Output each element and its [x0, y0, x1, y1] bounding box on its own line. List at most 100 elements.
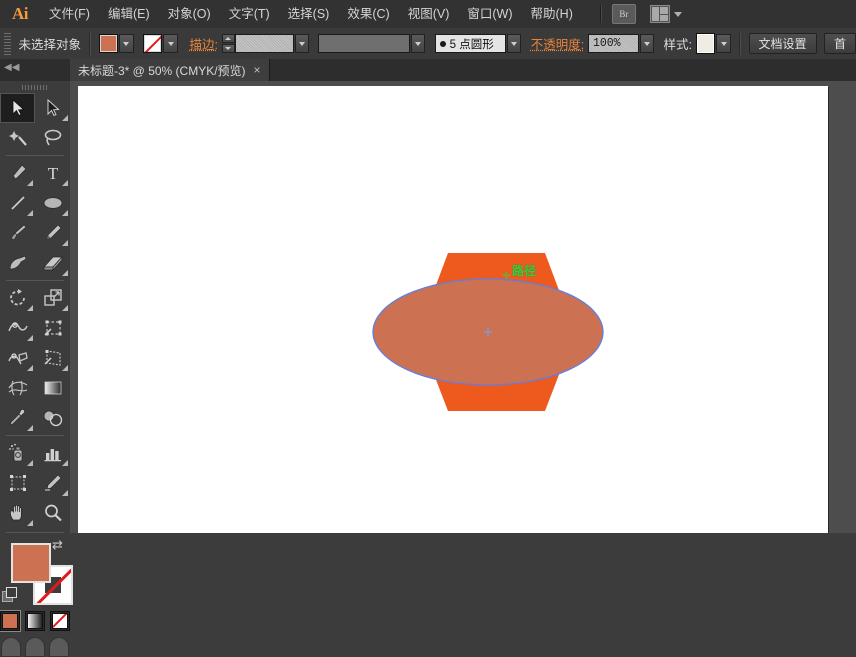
menu-help[interactable]: 帮助(H) [522, 0, 582, 28]
shape-builder-tool[interactable] [0, 343, 35, 373]
none-mode-button[interactable] [50, 611, 70, 631]
menu-edit[interactable]: 编辑(E) [99, 0, 159, 28]
eyedropper-tool[interactable] [0, 403, 35, 433]
document-setup-button[interactable]: 文档设置 [748, 33, 817, 54]
line-segment-tool[interactable] [0, 188, 35, 218]
blend-tool[interactable] [35, 403, 70, 433]
fill-swatch[interactable] [98, 34, 118, 53]
menu-bar: Ai 文件(F) 编辑(E) 对象(O) 文字(T) 选择(S) 效果(C) 视… [0, 0, 856, 29]
bridge-icon[interactable]: Br [611, 4, 636, 24]
opacity-dropdown-icon[interactable] [640, 34, 655, 53]
blob-brush-tool[interactable] [0, 248, 35, 278]
slice-tool[interactable] [35, 468, 70, 498]
stroke-dropdown-icon[interactable] [163, 34, 179, 53]
fill-swatch-group[interactable] [98, 34, 134, 53]
arrange-documents-icon[interactable] [649, 5, 670, 23]
zoom-tool[interactable] [35, 498, 70, 528]
fill-color-mode-button[interactable] [0, 611, 20, 631]
screen-mode-full-icon[interactable] [49, 637, 69, 657]
opacity-label[interactable]: 不透明度: [531, 34, 584, 53]
chevron-down-icon[interactable] [673, 11, 682, 17]
preferences-button[interactable]: 首 [824, 33, 856, 54]
flyout-indicator-icon[interactable] [62, 210, 68, 216]
gradient-tool[interactable] [35, 373, 70, 403]
stroke-weight-input[interactable] [234, 34, 294, 53]
direct-selection-tool[interactable] [35, 93, 70, 123]
document-tab[interactable]: 未标题-3* @ 50% (CMYK/预览) × [70, 59, 270, 81]
screen-mode-normal-icon[interactable] [1, 637, 21, 657]
scale-tool[interactable] [35, 283, 70, 313]
stroke-profile-dropdown-icon[interactable] [411, 34, 426, 53]
paint-mode-row [0, 611, 70, 631]
flyout-indicator-icon[interactable] [62, 115, 68, 121]
flyout-indicator-icon[interactable] [62, 460, 68, 466]
column-graph-tool[interactable] [35, 438, 70, 468]
pencil-tool[interactable] [35, 218, 70, 248]
gradient-mode-button[interactable] [25, 611, 45, 631]
lasso-tool[interactable] [35, 123, 70, 153]
flyout-indicator-icon[interactable] [27, 335, 33, 341]
menu-type[interactable]: 文字(T) [220, 0, 279, 28]
flyout-indicator-icon[interactable] [62, 490, 68, 496]
width-tool[interactable] [0, 313, 35, 343]
flyout-indicator-icon[interactable] [62, 180, 68, 186]
type-tool[interactable]: T [35, 158, 70, 188]
stroke-swatch-group[interactable] [143, 34, 179, 53]
graphic-style-swatch[interactable] [695, 33, 716, 54]
flyout-indicator-icon[interactable] [27, 180, 33, 186]
flyout-indicator-icon[interactable] [27, 460, 33, 466]
menu-file[interactable]: 文件(F) [40, 0, 99, 28]
document-tab-title: 未标题-3* @ 50% (CMYK/预览) [78, 63, 246, 78]
flyout-indicator-icon[interactable] [62, 365, 68, 371]
close-icon[interactable]: × [254, 64, 261, 76]
stroke-weight-dropdown-icon[interactable] [294, 34, 309, 53]
symbol-sprayer-tool[interactable] [0, 438, 35, 468]
menu-select[interactable]: 选择(S) [279, 0, 339, 28]
magic-wand-tool[interactable] [0, 123, 35, 153]
selection-tool[interactable] [0, 93, 35, 123]
menu-window[interactable]: 窗口(W) [458, 0, 521, 28]
smart-guide-crosshair-icon: ✛ [502, 271, 511, 282]
pen-tool[interactable] [0, 158, 35, 188]
stroke-weight-label[interactable]: 描边: [189, 34, 217, 53]
flyout-indicator-icon[interactable] [62, 270, 68, 276]
control-bar-grip[interactable] [4, 32, 12, 55]
flyout-indicator-icon[interactable] [27, 210, 33, 216]
artboard-tool[interactable] [0, 468, 35, 498]
free-transform-tool[interactable] [35, 313, 70, 343]
menu-view[interactable]: 视图(V) [399, 0, 459, 28]
stroke-weight-stepper[interactable] [221, 34, 235, 53]
style-dropdown-icon[interactable] [716, 34, 731, 53]
artboard[interactable]: ✛ 路径 [78, 86, 828, 533]
paintbrush-tool[interactable] [0, 218, 35, 248]
stroke-profile-select[interactable] [317, 34, 411, 53]
fill-color-box[interactable] [11, 543, 51, 583]
screen-mode-full-menu-icon[interactable] [25, 637, 45, 657]
rotate-tool[interactable] [0, 283, 35, 313]
flyout-indicator-icon[interactable] [62, 240, 68, 246]
brush-dropdown-icon[interactable] [507, 34, 522, 53]
opacity-input[interactable]: 100% [587, 34, 640, 53]
tools-panel-grip[interactable] [0, 81, 70, 93]
flyout-indicator-icon[interactable] [27, 425, 33, 431]
stroke-swatch-none[interactable] [143, 34, 163, 53]
canvas-area[interactable]: ✛ 路径 [70, 81, 856, 533]
flyout-indicator-icon[interactable] [27, 365, 33, 371]
default-fill-stroke-icon[interactable] [2, 587, 17, 602]
flyout-indicator-icon[interactable] [27, 305, 33, 311]
flyout-indicator-icon[interactable] [27, 520, 33, 526]
menu-object[interactable]: 对象(O) [159, 0, 220, 28]
artwork-svg [372, 253, 604, 411]
hand-tool[interactable] [0, 498, 35, 528]
perspective-grid-tool[interactable] [35, 343, 70, 373]
mesh-tool[interactable] [0, 373, 35, 403]
swap-fill-stroke-icon[interactable]: ⇄ [52, 537, 63, 553]
ellipse-tool[interactable] [35, 188, 70, 218]
menu-effect[interactable]: 效果(C) [338, 0, 398, 28]
tools-grid: T [0, 93, 70, 528]
collapse-panel-icon[interactable]: ◀◀ [4, 62, 19, 73]
brush-select[interactable]: 5 点圆形 [434, 34, 507, 53]
fill-dropdown-icon[interactable] [118, 34, 134, 53]
eraser-tool[interactable] [35, 248, 70, 278]
flyout-indicator-icon[interactable] [62, 305, 68, 311]
